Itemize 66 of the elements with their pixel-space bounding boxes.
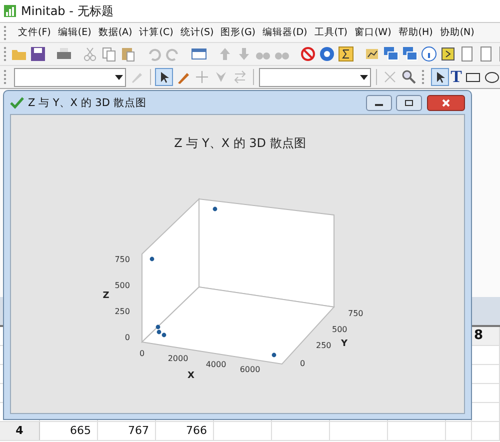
text-tool-button[interactable]: T bbox=[450, 69, 462, 85]
axis-tick-label: 0 bbox=[300, 359, 306, 368]
axis-tick-label: 250 bbox=[114, 307, 130, 316]
arrow-box-icon[interactable] bbox=[440, 46, 456, 62]
close-icon bbox=[441, 98, 451, 106]
window-icon[interactable] bbox=[191, 46, 207, 62]
check-icon bbox=[10, 96, 24, 108]
plot-title: Z 与 Y、X 的 3D 散点图 bbox=[174, 136, 306, 150]
table-cell[interactable]: 767 bbox=[98, 422, 156, 440]
data-point bbox=[212, 206, 218, 212]
menu-item[interactable]: 窗口(W) bbox=[354, 26, 392, 39]
window-title: Minitab - 无标题 bbox=[21, 2, 114, 20]
pointer-icon[interactable] bbox=[432, 69, 448, 85]
axis-label: Y bbox=[341, 339, 348, 349]
axis-tick-label: 500 bbox=[332, 325, 348, 334]
maximize-button[interactable] bbox=[396, 94, 422, 110]
axis-tick-label: 750 bbox=[348, 309, 364, 318]
dropdown-field[interactable] bbox=[14, 68, 126, 86]
paste-icon[interactable] bbox=[120, 46, 136, 62]
menu-item[interactable]: 数据(A) bbox=[98, 26, 132, 39]
axis-tick-label: 750 bbox=[114, 255, 130, 264]
crosshair-icon[interactable] bbox=[194, 69, 210, 85]
menu-item[interactable]: 图形(G) bbox=[220, 26, 256, 39]
save-icon[interactable] bbox=[30, 46, 46, 62]
axis-tick-label: 0 bbox=[124, 333, 130, 342]
minimize-button[interactable] bbox=[366, 94, 392, 110]
axis-tick-label: 0 bbox=[139, 349, 145, 358]
axis-tick-label: 2000 bbox=[168, 354, 188, 363]
table-cell[interactable]: 665 bbox=[40, 422, 98, 440]
menu-item[interactable]: 工具(T) bbox=[314, 26, 348, 39]
menu-item[interactable]: 协助(N) bbox=[440, 26, 474, 39]
windows-icon[interactable] bbox=[402, 46, 418, 62]
pointer-icon[interactable] bbox=[156, 69, 172, 85]
windows-icon[interactable] bbox=[383, 46, 399, 62]
stop-icon[interactable] bbox=[300, 46, 316, 62]
print-icon[interactable] bbox=[56, 46, 72, 62]
ellipse-icon[interactable] bbox=[484, 69, 500, 85]
page-icon[interactable] bbox=[478, 46, 494, 62]
menu-item[interactable]: 编辑(E) bbox=[58, 26, 92, 39]
axis-label: Z bbox=[102, 291, 110, 301]
dropdown-field[interactable] bbox=[258, 68, 371, 86]
info-icon[interactable] bbox=[421, 46, 437, 62]
close-button[interactable] bbox=[427, 94, 465, 110]
axis-tick-label: 250 bbox=[316, 341, 332, 350]
cut-icon[interactable] bbox=[82, 46, 98, 62]
row-number[interactable]: 4 bbox=[0, 422, 40, 440]
column-header[interactable]: 8 bbox=[472, 327, 500, 345]
axis-tick-label: 500 bbox=[114, 281, 130, 290]
bar-chart-icon bbox=[4, 5, 16, 17]
graph-window-title: Z 与 Y、X 的 3D 散点图 bbox=[28, 96, 148, 110]
table-cell[interactable]: 766 bbox=[156, 422, 214, 440]
sigma-icon[interactable] bbox=[338, 46, 354, 62]
axis-tick-label: 6000 bbox=[240, 365, 260, 374]
search-icon[interactable] bbox=[400, 69, 417, 85]
copy-icon[interactable] bbox=[101, 46, 117, 62]
menu-item[interactable]: 计算(C) bbox=[139, 26, 174, 39]
menu-item[interactable]: 文件(F) bbox=[18, 26, 51, 39]
maximize-icon bbox=[404, 98, 414, 106]
axis-label: X bbox=[188, 371, 194, 381]
data-point bbox=[272, 352, 276, 358]
axis-tick-label: 4000 bbox=[206, 360, 226, 369]
menu-item[interactable]: 统计(S) bbox=[180, 26, 214, 39]
menu-item[interactable]: 编辑器(D) bbox=[262, 26, 308, 39]
chart-icon[interactable] bbox=[364, 46, 380, 62]
data-point bbox=[150, 256, 154, 262]
menu-item[interactable]: 帮助(H) bbox=[398, 26, 433, 39]
